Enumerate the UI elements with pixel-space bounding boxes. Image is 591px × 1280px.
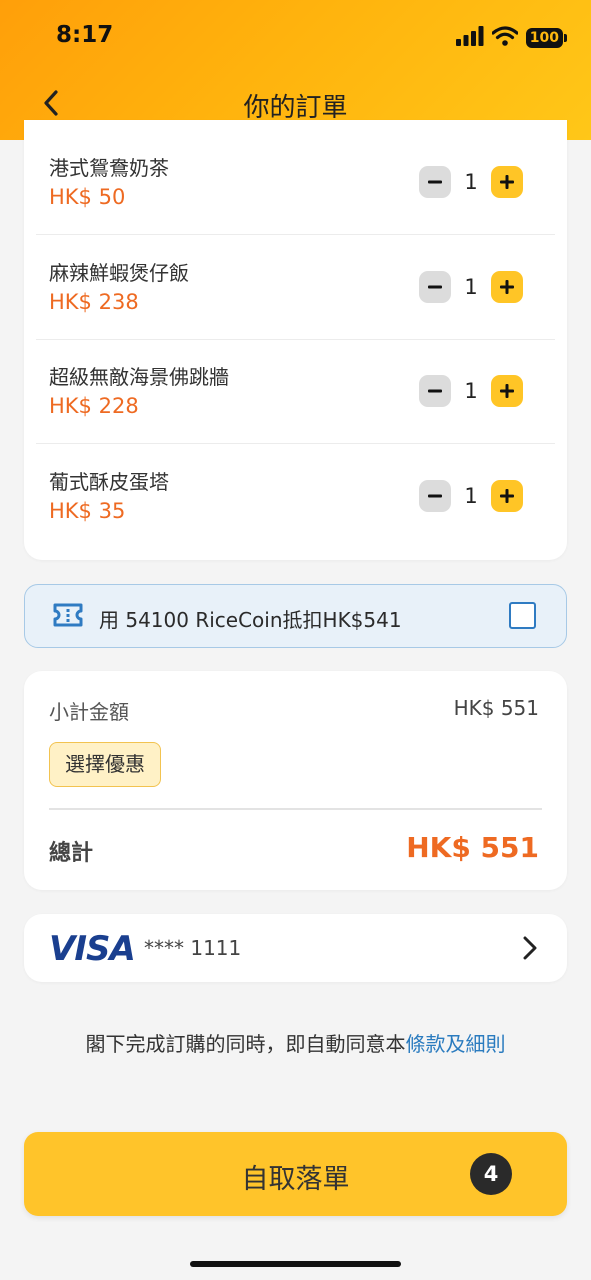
page-title: 你的訂單	[243, 93, 348, 123]
card-number: **** 1111	[144, 936, 242, 960]
terms-link[interactable]: 條款及細則	[406, 1032, 506, 1056]
signal-icon	[455, 26, 484, 50]
payment-method-row[interactable]: VISA **** 1111	[24, 914, 567, 982]
quantity-stepper: 1	[419, 166, 523, 198]
subtotal-label: 小計金額	[49, 700, 129, 724]
decrease-button[interactable]	[419, 480, 451, 512]
quantity-stepper: 1	[419, 480, 523, 512]
item-price: HK$ 228	[49, 394, 139, 418]
quantity-value: 1	[464, 379, 478, 403]
increase-button[interactable]	[491, 166, 523, 198]
battery-icon: 100	[525, 28, 568, 48]
ricecoin-checkbox[interactable]	[509, 602, 536, 629]
list-item: 麻辣鮮蝦煲仔飯 HK$ 238 1	[36, 235, 555, 340]
terms-text: 閣下完成訂購的同時，即自動同意本	[85, 1032, 406, 1056]
header: 8:17 100 你的訂單	[0, 0, 591, 140]
item-name: 葡式酥皮蛋塔	[49, 470, 169, 494]
quantity-value: 1	[464, 170, 478, 194]
item-price: HK$ 50	[49, 185, 126, 209]
quantity-value: 1	[464, 484, 478, 508]
wifi-icon	[491, 26, 519, 50]
divider	[49, 808, 542, 810]
list-item: 港式鴛鴦奶茶 HK$ 50 1	[36, 130, 555, 235]
ricecoin-label: 用 54100 RiceCoin抵扣HK$541	[99, 608, 402, 632]
terms-notice: 閣下完成訂購的同時，即自動同意本條款及細則	[0, 1028, 591, 1057]
quantity-stepper: 1	[419, 375, 523, 407]
status-bar: 8:17 100	[0, 0, 591, 74]
status-icons: 100	[455, 26, 568, 50]
status-time: 8:17	[56, 22, 114, 48]
decrease-button[interactable]	[419, 271, 451, 303]
item-price: HK$ 238	[49, 290, 139, 314]
decrease-button[interactable]	[419, 375, 451, 407]
item-name: 超級無敵海景佛跳牆	[49, 365, 229, 389]
decrease-button[interactable]	[419, 166, 451, 198]
increase-button[interactable]	[491, 480, 523, 512]
total-value: HK$ 551	[406, 831, 539, 864]
subtotal-value: HK$ 551	[453, 696, 539, 720]
item-name: 港式鴛鴦奶茶	[49, 156, 169, 180]
ticket-icon	[52, 602, 84, 632]
total-label: 總計	[49, 841, 94, 866]
item-name: 麻辣鮮蝦煲仔飯	[49, 261, 189, 285]
home-indicator	[190, 1261, 401, 1267]
pickup-order-button[interactable]: 自取落單 4	[24, 1132, 567, 1216]
list-item: 葡式酥皮蛋塔 HK$ 35 1	[36, 444, 555, 549]
item-count-badge: 4	[470, 1153, 512, 1195]
quantity-stepper: 1	[419, 271, 523, 303]
order-items-card: 港式鴛鴦奶茶 HK$ 50 1 麻辣鮮蝦煲仔飯 HK$ 238 1 超級無敵海景…	[24, 120, 567, 560]
increase-button[interactable]	[491, 375, 523, 407]
visa-logo: VISA	[49, 929, 136, 969]
quantity-value: 1	[464, 275, 478, 299]
list-item: 超級無敵海景佛跳牆 HK$ 228 1	[36, 339, 555, 444]
item-price: HK$ 35	[49, 499, 126, 523]
select-promo-button[interactable]: 選擇優惠	[49, 742, 161, 787]
chevron-right-icon	[523, 936, 537, 964]
ricecoin-option[interactable]: 用 54100 RiceCoin抵扣HK$541	[24, 584, 567, 648]
summary-card: 小計金額 HK$ 551 選擇優惠 總計 HK$ 551	[24, 671, 567, 890]
increase-button[interactable]	[491, 271, 523, 303]
